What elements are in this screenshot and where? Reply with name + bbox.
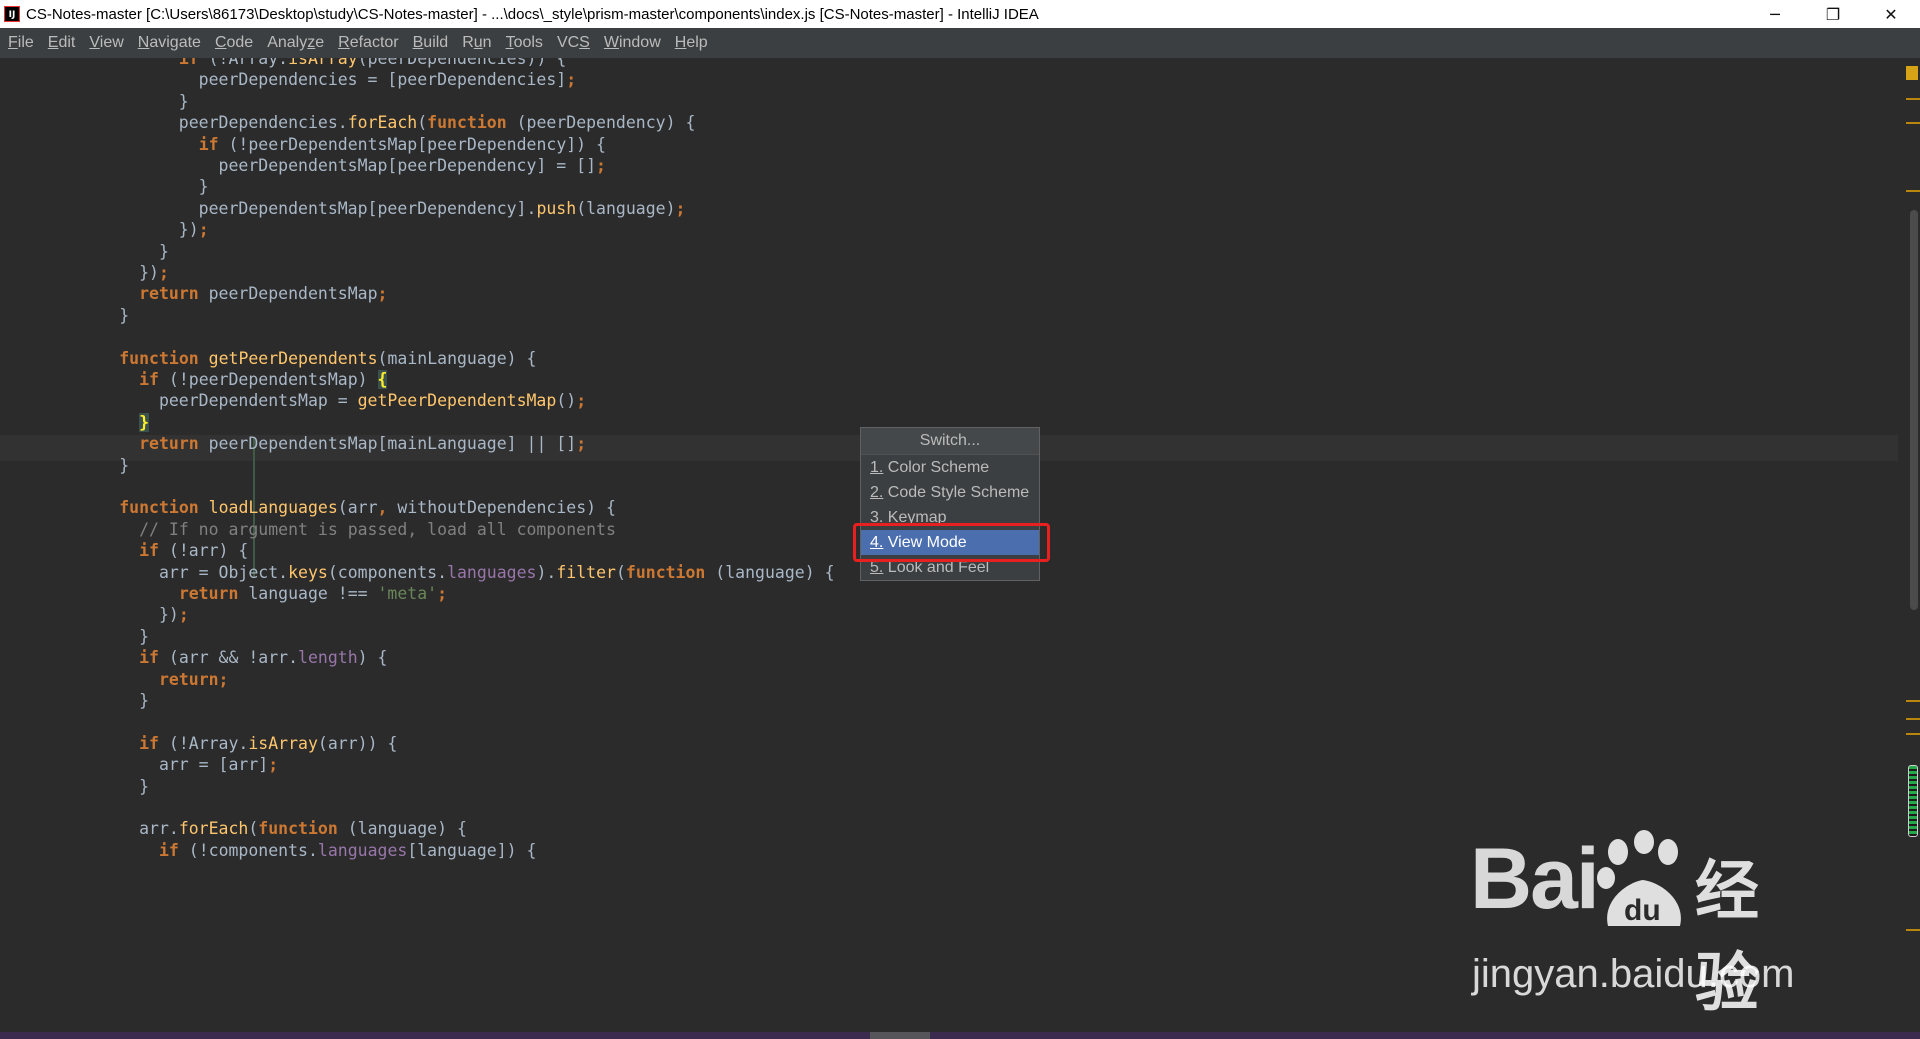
code-line[interactable]: return peerDependentsMap; (0, 283, 387, 304)
menu-item[interactable]: Window (597, 34, 668, 52)
code-line[interactable]: function getPeerDependents(mainLanguage)… (0, 348, 536, 369)
code-line[interactable]: if (!peerDependentsMap) { (0, 369, 388, 390)
code-line[interactable]: if (!Array.isArray(arr)) { (0, 733, 397, 754)
code-line[interactable]: return; (0, 669, 229, 690)
menu-item[interactable]: File (0, 34, 41, 52)
menu-item[interactable]: Code (208, 34, 260, 52)
code-line[interactable]: }); (0, 219, 209, 240)
code-line[interactable]: if (arr && !arr.length) { (0, 647, 387, 668)
code-line[interactable]: } (0, 176, 209, 197)
menu-item[interactable]: Refactor (331, 34, 405, 52)
code-line[interactable]: function loadLanguages(arr, withoutDepen… (0, 497, 616, 518)
switch-popup-item[interactable]: 1. Color Scheme (861, 455, 1039, 480)
highlight-annotation-box (853, 523, 1050, 562)
baidu-logo-text: Bai (1470, 831, 1600, 927)
code-line[interactable]: arr = Object.keys(components.languages).… (0, 562, 835, 583)
restore-button[interactable]: ❐ (1804, 0, 1862, 28)
baidu-jingyan-watermark: Bai du 经验 jingyan.baidu.com (1470, 830, 1820, 1021)
code-line[interactable]: }); (0, 604, 189, 625)
code-line[interactable]: peerDependencies = [peerDependencies]; (0, 69, 577, 90)
status-bar (0, 1032, 1920, 1039)
close-button[interactable]: ✕ (1862, 0, 1920, 28)
menu-item[interactable]: View (82, 34, 130, 52)
baidu-paw-icon: du (1597, 830, 1681, 927)
code-line[interactable]: if (!components.languages[language]) { (0, 840, 537, 861)
menu-bar: File Edit View Navigate Code Analyze Refactor B… (0, 28, 1920, 58)
code-line[interactable]: } (0, 412, 150, 433)
code-line[interactable]: return peerDependentsMap[mainLanguage] |… (0, 433, 586, 454)
code-line[interactable]: peerDependentsMap[peerDependency].push(l… (0, 198, 686, 219)
error-stripe-marker[interactable] (1906, 718, 1920, 720)
code-line[interactable]: } (0, 455, 129, 476)
code-line[interactable]: peerDependencies.forEach(function (peerD… (0, 112, 696, 133)
error-stripe-marker[interactable] (1906, 700, 1920, 702)
intellij-icon: IJ (4, 6, 20, 22)
inspection-status-icon[interactable] (1908, 765, 1918, 837)
code-line[interactable]: peerDependentsMap[peerDependency] = []; (0, 155, 606, 176)
code-line[interactable]: if (!Array.isArray(peerDependencies)) { (0, 58, 566, 69)
code-line[interactable]: } (0, 305, 129, 326)
horizontal-scrollbar-thumb[interactable] (870, 1032, 930, 1039)
menu-item[interactable]: VCS (550, 34, 597, 52)
menu-item[interactable]: Tools (499, 34, 550, 52)
error-stripe-marker[interactable] (1906, 733, 1920, 735)
switch-popup-title: Switch... (861, 428, 1039, 455)
watermark-url: jingyan.baidu.com (1472, 952, 1795, 996)
menu-item[interactable]: Build (406, 34, 456, 52)
code-line[interactable]: if (!peerDependentsMap[peerDependency]) … (0, 134, 606, 155)
code-line[interactable]: arr = [arr]; (0, 754, 278, 775)
code-line[interactable]: peerDependentsMap = getPeerDependentsMap… (0, 390, 586, 411)
switch-popup-item[interactable]: 2. Code Style Scheme (861, 480, 1039, 505)
code-line[interactable]: }); (0, 262, 169, 283)
menu-item[interactable]: Run (455, 34, 498, 52)
minimize-button[interactable]: ─ (1746, 0, 1804, 28)
code-line[interactable]: // If no argument is passed, load all co… (0, 519, 616, 540)
code-line[interactable]: if (!arr) { (0, 540, 248, 561)
code-line[interactable]: arr.forEach(function (language) { (0, 818, 467, 839)
error-stripe-marker[interactable] (1906, 122, 1920, 124)
error-stripe-marker[interactable] (1906, 98, 1920, 100)
svg-text:du: du (1624, 894, 1661, 927)
editor-scrollbar-thumb[interactable] (1910, 210, 1918, 610)
code-line[interactable]: } (0, 690, 149, 711)
code-line[interactable]: } (0, 776, 149, 797)
window-controls: ─ ❐ ✕ (1746, 0, 1920, 28)
window-title: CS-Notes-master [C:\Users\86173\Desktop\… (26, 5, 1039, 23)
menu-item[interactable]: Edit (41, 34, 83, 52)
menu-item[interactable]: Analyze (260, 34, 331, 52)
error-stripe-marker[interactable] (1906, 190, 1920, 192)
code-line[interactable]: } (0, 626, 149, 647)
code-line[interactable]: } (0, 241, 169, 262)
code-line[interactable]: } (0, 91, 189, 112)
code-line[interactable]: return language !== 'meta'; (0, 583, 447, 604)
menu-item[interactable]: Navigate (131, 34, 208, 52)
menu-item[interactable]: Help (668, 34, 715, 52)
warning-icon[interactable] (1906, 66, 1918, 80)
error-stripe-marker[interactable] (1906, 929, 1920, 931)
window-titlebar: IJ CS-Notes-master [C:\Users\86173\Deskt… (0, 0, 1920, 28)
